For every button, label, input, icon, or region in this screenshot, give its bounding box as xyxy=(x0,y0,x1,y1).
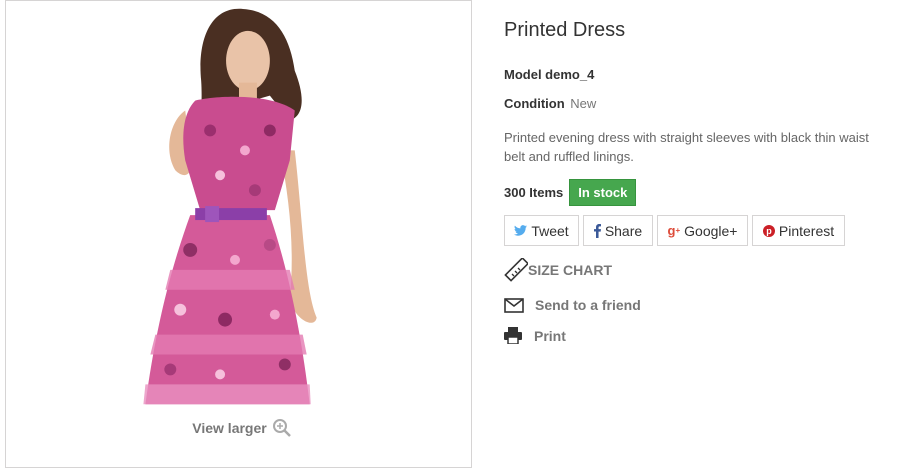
stock-info: 300 Items In stock xyxy=(504,179,637,206)
print-link[interactable]: Print xyxy=(504,327,566,344)
product-model: Model demo_4 xyxy=(504,67,595,82)
twitter-icon xyxy=(514,225,528,236)
printer-icon xyxy=(504,327,534,344)
view-larger-button[interactable]: View larger xyxy=(171,408,313,448)
zoom-icon xyxy=(272,419,291,437)
tweet-label: Tweet xyxy=(531,222,569,239)
pinterest-button[interactable]: p Pinterest xyxy=(752,215,845,246)
view-larger-label: View larger xyxy=(192,420,267,436)
product-image-container[interactable]: View larger xyxy=(5,0,472,468)
tweet-button[interactable]: Tweet xyxy=(504,215,579,246)
pinterest-icon: p xyxy=(762,224,775,237)
product-condition: Condition New xyxy=(504,96,596,111)
send-to-friend-link[interactable]: Send to a friend xyxy=(504,297,641,313)
product-title: Printed Dress xyxy=(504,19,626,41)
condition-label: Condition xyxy=(504,96,565,111)
condition-value: New xyxy=(570,96,597,111)
availability-badge: In stock xyxy=(569,179,637,206)
print-label: Print xyxy=(534,327,566,344)
google-plus-label: Google+ xyxy=(684,222,738,239)
envelope-icon xyxy=(504,297,535,313)
facebook-share-button[interactable]: Share xyxy=(583,215,653,246)
product-photo[interactable] xyxy=(6,1,471,467)
pinterest-label: Pinterest xyxy=(778,222,835,239)
send-to-friend-label: Send to a friend xyxy=(535,297,641,313)
product-description: Printed evening dress with straight slee… xyxy=(504,130,869,164)
google-plus-button[interactable]: g + Google+ xyxy=(657,215,748,246)
quantity-available: 300 Items xyxy=(504,185,564,200)
size-chart-link[interactable]: SIZE CHART xyxy=(504,258,612,282)
size-chart-label: SIZE CHART xyxy=(528,262,612,278)
share-label: Share xyxy=(604,222,643,239)
social-sharing: Tweet Share g + Google+ p Pinterest xyxy=(504,215,849,246)
ruler-icon xyxy=(504,258,528,282)
google-plus-icon: g + xyxy=(667,223,681,238)
facebook-icon xyxy=(593,223,601,238)
svg-text:p: p xyxy=(766,226,772,236)
